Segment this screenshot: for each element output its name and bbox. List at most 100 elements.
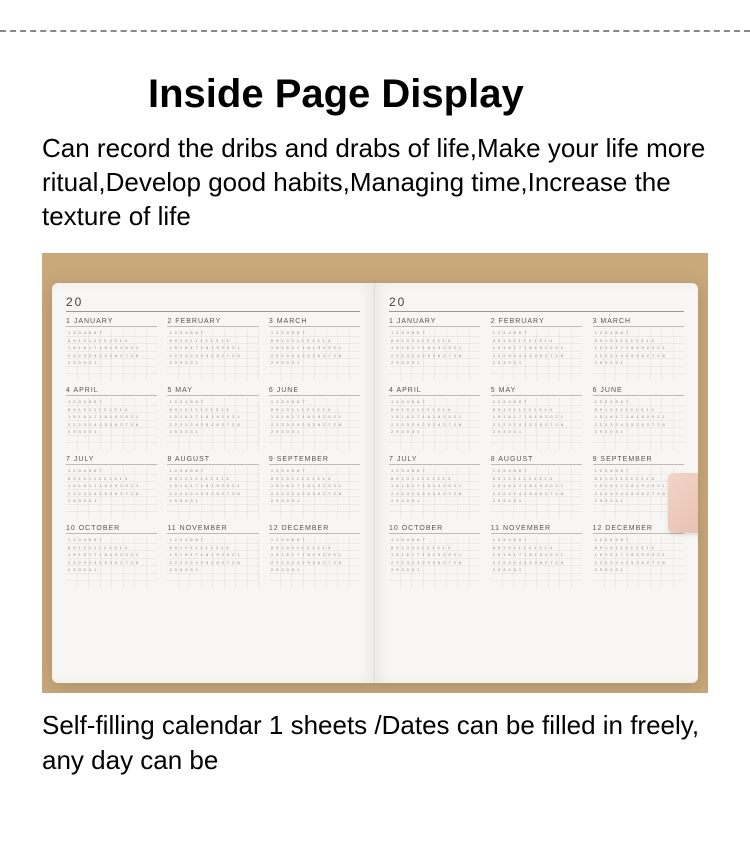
calendar-numbers: 1234567 891011121314 15161718192021 2223… <box>167 398 258 450</box>
month-title: 9 SEPTEMBER <box>269 456 360 465</box>
month-calendar-grid: 1234567 891011121314 15161718192021 2223… <box>167 467 258 519</box>
month-calendar-grid: 1234567 891011121314 15161718192021 2223… <box>167 329 258 381</box>
month-calendar-grid: 1234567 891011121314 15161718192021 2223… <box>491 329 582 381</box>
month-block: 9 SEPTEMBER 1234567 891011121314 15161718… <box>269 456 360 519</box>
caption-text: Self-filling calendar 1 sheets /Dates ca… <box>42 708 708 778</box>
month-calendar-grid: 1234567 891011121314 15161718192021 2223… <box>389 536 480 588</box>
calendar-numbers: 1234567 891011121314 15161718192021 2223… <box>593 398 684 450</box>
month-calendar-grid: 1234567 891011121314 15161718192021 2223… <box>491 536 582 588</box>
month-title: 9 SEPTEMBER <box>593 456 684 465</box>
month-title: 5 MAY <box>491 387 582 396</box>
month-calendar-grid: 1234567 891011121314 15161718192021 2223… <box>269 398 360 450</box>
month-title: 12 DECEMBER <box>269 525 360 534</box>
calendar-numbers: 1234567 891011121314 15161718192021 2223… <box>491 536 582 588</box>
month-title: 4 APRIL <box>389 387 480 396</box>
month-calendar-grid: 1234567 891011121314 15161718192021 2223… <box>593 398 684 450</box>
month-title: 10 OCTOBER <box>66 525 157 534</box>
month-calendar-grid: 1234567 891011121314 15161718192021 2223… <box>491 467 582 519</box>
month-block: 2 FEBRUARY 1234567 891011121314 151617181… <box>491 318 582 381</box>
calendar-numbers: 1234567 891011121314 15161718192021 2223… <box>269 467 360 519</box>
calendar-numbers: 1234567 891011121314 15161718192021 2223… <box>167 467 258 519</box>
calendar-grid-right: 1 JANUARY 1234567 891011121314 1516171819… <box>389 318 684 588</box>
month-calendar-grid: 1234567 891011121314 15161718192021 2223… <box>66 467 157 519</box>
month-calendar-grid: 1234567 891011121314 15161718192021 2223… <box>167 536 258 588</box>
month-title: 2 FEBRUARY <box>491 318 582 327</box>
description-text: Can record the dribs and drabs of life,M… <box>42 132 708 233</box>
month-block: 11 NOVEMBER1234567 891011121314 15161718… <box>167 525 258 588</box>
months-row: 7 JULY1234567 891011121314 1516171819202… <box>389 456 684 519</box>
month-block: 4 APRIL 1234567 891011121314 151617181920… <box>66 387 157 450</box>
months-row: 1 JANUARY 1234567 891011121314 1516171819… <box>66 318 360 381</box>
calendar-numbers: 1234567 891011121314 15161718192021 2223… <box>66 329 157 381</box>
calendar-numbers: 1234567 891011121314 15161718192021 2223… <box>389 329 480 381</box>
page-title: Inside Page Display <box>148 72 602 117</box>
month-calendar-grid: 1234567 891011121314 15161718192021 2223… <box>389 467 480 519</box>
month-calendar-grid: 1234567 891011121314 15161718192021 2223… <box>66 536 157 588</box>
month-calendar-grid: 1234567 891011121314 15161718192021 2223… <box>593 536 684 588</box>
month-calendar-grid: 1234567 891011121314 15161718192021 2223… <box>167 398 258 450</box>
month-title: 1 JANUARY <box>66 318 157 327</box>
month-block: 1 JANUARY 1234567 891011121314 1516171819… <box>66 318 157 381</box>
calendar-numbers: 1234567 891011121314 15161718192021 2223… <box>66 398 157 450</box>
year-label-right: 20 <box>389 295 684 312</box>
month-calendar-grid: 1234567 891011121314 15161718192021 2223… <box>269 536 360 588</box>
month-title: 7 JULY <box>66 456 157 465</box>
calendar-grid-left: 1 JANUARY 1234567 891011121314 1516171819… <box>66 318 360 588</box>
month-block: 10 OCTOBER 1234567 891011121314 151617181… <box>389 525 480 588</box>
month-block: 5 MAY 1234567 891011121314 15161718192021… <box>491 387 582 450</box>
month-title: 6 JUNE <box>269 387 360 396</box>
months-row: 4 APRIL 1234567 891011121314 151617181920… <box>66 387 360 450</box>
calendar-numbers: 1234567 891011121314 15161718192021 2223… <box>491 467 582 519</box>
month-block: 1 JANUARY 1234567 891011121314 1516171819… <box>389 318 480 381</box>
months-row: 10 OCTOBER 1234567 891011121314 151617181… <box>66 525 360 588</box>
calendar-numbers: 1234567 891011121314 15161718192021 2223… <box>491 398 582 450</box>
calendar-numbers: 1234567 891011121314 15161718192021 2223… <box>269 398 360 450</box>
month-calendar-grid: 1234567 891011121314 15161718192021 2223… <box>389 398 480 450</box>
month-title: 3 MARCH <box>593 318 684 327</box>
month-title: 4 APRIL <box>66 387 157 396</box>
month-title: 3 MARCH <box>269 318 360 327</box>
month-calendar-grid: 1234567 891011121314 15161718192021 2223… <box>389 329 480 381</box>
calendar-numbers: 1234567 891011121314 15161718192021 2223… <box>167 329 258 381</box>
month-block: 6 JUNE 1234567 891011121314 1516171819202… <box>269 387 360 450</box>
month-title: 8 AUGUST <box>167 456 258 465</box>
month-calendar-grid: 1234567 891011121314 15161718192021 2223… <box>593 329 684 381</box>
calendar-numbers: 1234567 891011121314 15161718192021 2223… <box>491 329 582 381</box>
year-label-left: 20 <box>66 295 360 312</box>
calendar-numbers: 1234567 891011121314 15161718192021 2223… <box>269 329 360 381</box>
month-calendar-grid: 1234567 891011121314 15161718192021 2223… <box>66 398 157 450</box>
month-block: 5 MAY1234567 891011121314 15161718192021… <box>167 387 258 450</box>
month-block: 12 DECEMBER 1234567 891011121314 15161718… <box>269 525 360 588</box>
month-calendar-grid: 1234567 891011121314 15161718192021 2223… <box>269 467 360 519</box>
months-row: 10 OCTOBER 1234567 891011121314 151617181… <box>389 525 684 588</box>
month-block: 3 MARCH 1234567 891011121314 151617181920… <box>593 318 684 381</box>
notebook-clasp <box>668 473 698 533</box>
calendar-numbers: 1234567 891011121314 15161718192021 2223… <box>593 329 684 381</box>
months-row: 4 APRIL 1234567 891011121314 151617181920… <box>389 387 684 450</box>
month-block: 6 JUNE1234567 891011121314 1516171819202… <box>593 387 684 450</box>
notebook-spread: 20 1 JANUARY 1234567 891011121314 1516171… <box>52 283 698 683</box>
month-title: 2 FEBRUARY <box>167 318 258 327</box>
month-block: 8 AUGUST 1234567 891011121314 15161718192… <box>491 456 582 519</box>
calendar-numbers: 1234567 891011121314 15161718192021 2223… <box>389 536 480 588</box>
divider-line <box>0 30 750 32</box>
month-calendar-grid: 1234567 891011121314 15161718192021 2223… <box>66 329 157 381</box>
month-calendar-grid: 1234567 891011121314 15161718192021 2223… <box>269 329 360 381</box>
calendar-numbers: 1234567 891011121314 15161718192021 2223… <box>593 536 684 588</box>
month-block: 10 OCTOBER 1234567 891011121314 151617181… <box>66 525 157 588</box>
month-title: 8 AUGUST <box>491 456 582 465</box>
months-row: 7 JULY 1234567 891011121314 1516171819202… <box>66 456 360 519</box>
month-block: 11 NOVEMBER1234567 891011121314 15161718… <box>491 525 582 588</box>
calendar-numbers: 1234567 891011121314 15161718192021 2223… <box>389 467 480 519</box>
month-block: 4 APRIL 1234567 891011121314 151617181920… <box>389 387 480 450</box>
months-row: 1 JANUARY 1234567 891011121314 1516171819… <box>389 318 684 381</box>
calendar-numbers: 1234567 891011121314 15161718192021 2223… <box>66 536 157 588</box>
calendar-numbers: 1234567 891011121314 15161718192021 2223… <box>66 467 157 519</box>
month-block: 7 JULY 1234567 891011121314 1516171819202… <box>66 456 157 519</box>
calendar-numbers: 1234567 891011121314 15161718192021 2223… <box>389 398 480 450</box>
calendar-numbers: 1234567 891011121314 15161718192021 2223… <box>167 536 258 588</box>
month-block: 7 JULY1234567 891011121314 1516171819202… <box>389 456 480 519</box>
month-title: 10 OCTOBER <box>389 525 480 534</box>
month-block: 2 FEBRUARY 1234567 891011121314 151617181… <box>167 318 258 381</box>
month-title: 1 JANUARY <box>389 318 480 327</box>
